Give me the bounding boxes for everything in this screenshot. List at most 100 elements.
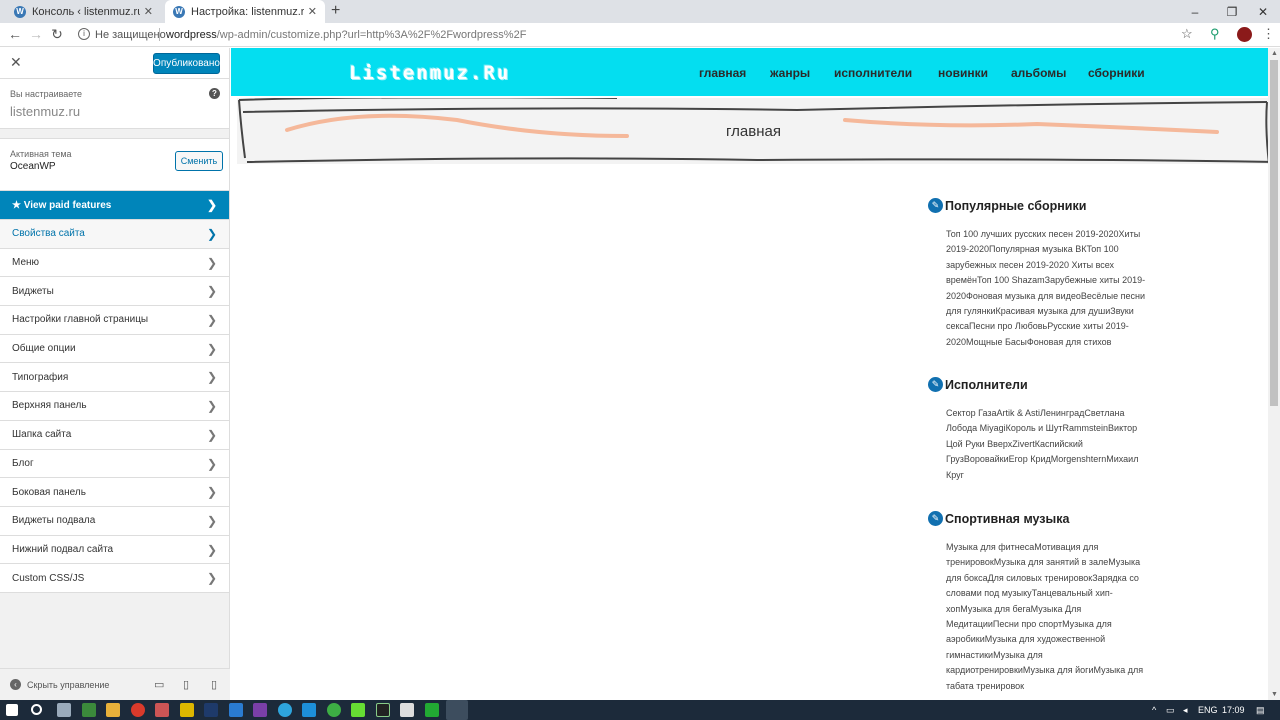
menu-item-homepage-settings[interactable]: Настройки главной страницы ❯: [0, 306, 229, 335]
menu-item-label: ★ View paid features: [12, 199, 112, 211]
scroll-thumb[interactable]: [1270, 60, 1278, 406]
clock[interactable]: 17:09: [1222, 705, 1245, 715]
nav-item-new[interactable]: новинки: [938, 66, 988, 80]
widget-links[interactable]: Музыка для фитнесаМотивация для трениров…: [946, 540, 1151, 694]
avatar[interactable]: [1237, 27, 1252, 42]
chevron-right-icon: ❯: [206, 341, 217, 356]
keyboard-language[interactable]: ENG: [1198, 705, 1218, 715]
address-input[interactable]: wordpress/wp-admin/customize.php?url=htt…: [166, 29, 526, 41]
menu-item-label: Типография: [12, 371, 69, 383]
scroll-up-icon[interactable]: ▲: [1271, 50, 1278, 57]
close-icon[interactable]: ✕: [144, 5, 153, 18]
volume-icon[interactable]: ◂: [1183, 705, 1188, 716]
close-icon[interactable]: ✕: [10, 54, 22, 71]
app-icon[interactable]: [180, 703, 194, 717]
new-tab-button[interactable]: +: [331, 2, 340, 20]
tab-title: Настройка: listenmuz.ru: [191, 5, 304, 18]
app-icon[interactable]: [351, 703, 365, 717]
app-icon[interactable]: [82, 703, 96, 717]
menu-item-menus[interactable]: Меню ❯: [0, 248, 229, 278]
network-icon[interactable]: ▭: [1166, 705, 1175, 716]
app-icon[interactable]: [400, 703, 414, 717]
pencil-icon[interactable]: ✎: [928, 377, 943, 392]
menu-icon[interactable]: ⋮: [1262, 26, 1275, 42]
tab-console[interactable]: W Консоль ‹ listenmuz.ru — WordPress ✕: [6, 0, 161, 23]
nav-item-albums[interactable]: альбомы: [1011, 66, 1066, 80]
menu-item-label: Общие опции: [12, 343, 76, 355]
scroll-down-icon[interactable]: ▼: [1271, 691, 1278, 698]
forward-icon[interactable]: →: [27, 26, 45, 42]
browser-toolbar: ← → ↻ i Не защищено wordpress/wp-admin/c…: [0, 23, 1280, 47]
wordpress-icon: W: [173, 5, 185, 18]
menu-item-label: Custom CSS/JS: [12, 572, 85, 584]
menu-item-typography[interactable]: Типография ❯: [0, 363, 229, 393]
reload-icon[interactable]: ↻: [48, 26, 66, 43]
menu-item-widgets[interactable]: Виджеты ❯: [0, 277, 229, 307]
collapse-button[interactable]: Скрыть управление: [27, 680, 109, 690]
star-icon[interactable]: ☆: [1181, 26, 1193, 42]
tab-customize[interactable]: W Настройка: listenmuz.ru ✕: [165, 0, 325, 23]
menu-item-top-bar[interactable]: Верхняя панель ❯: [0, 392, 229, 421]
preview-scrollbar[interactable]: ▲ ▼: [1268, 48, 1280, 700]
menu-item-custom-css[interactable]: Custom CSS/JS ❯: [0, 564, 229, 593]
extension-icon[interactable]: ⚲: [1210, 26, 1220, 42]
menu-item-footer-widgets[interactable]: Виджеты подвала ❯: [0, 506, 229, 536]
app-icon[interactable]: [327, 703, 341, 717]
nav-item-home[interactable]: главная: [699, 66, 746, 80]
maximize-button[interactable]: ❐: [1215, 0, 1249, 23]
desktop-icon[interactable]: ▭: [154, 678, 164, 691]
chrome-icon[interactable]: [131, 703, 145, 717]
widget-title: Исполнители: [945, 377, 1028, 392]
tray-chevron-icon[interactable]: ^: [1152, 705, 1156, 715]
back-icon[interactable]: ←: [6, 26, 24, 42]
notifications-icon[interactable]: ▤: [1256, 705, 1265, 716]
widget-links[interactable]: Сектор ГазаArtik & AstiЛенинградСветлана…: [946, 406, 1151, 483]
tablet-icon[interactable]: ▯: [183, 678, 189, 691]
menu-item-sidebar[interactable]: Боковая панель ❯: [0, 478, 229, 507]
minimize-button[interactable]: –: [1178, 0, 1212, 23]
pencil-icon[interactable]: ✎: [928, 511, 943, 526]
active-app-icon[interactable]: [446, 700, 468, 720]
mobile-icon[interactable]: ▯: [211, 678, 217, 691]
photoshop-icon[interactable]: [204, 703, 218, 717]
menu-item-general-options[interactable]: Общие опции ❯: [0, 334, 229, 364]
app-icon[interactable]: [253, 703, 267, 717]
collapse-icon[interactable]: ‹: [10, 679, 21, 690]
chevron-right-icon: ❯: [206, 313, 217, 328]
menu-item-header[interactable]: Шапка сайта ❯: [0, 420, 229, 450]
site-header: Listenmuz.Ru главная жанры исполнители н…: [231, 48, 1268, 96]
windows-start-icon[interactable]: [6, 704, 18, 716]
widget-links[interactable]: Топ 100 лучших русских песен 2019-2020Хи…: [946, 227, 1151, 350]
vscode-icon[interactable]: [229, 703, 243, 717]
site-logo[interactable]: Listenmuz.Ru: [349, 62, 510, 84]
pencil-icon[interactable]: ✎: [928, 198, 943, 213]
close-icon[interactable]: ✕: [308, 5, 317, 18]
view-paid-features[interactable]: ★ View paid features ❯: [0, 191, 229, 220]
help-icon[interactable]: ?: [209, 88, 220, 99]
change-theme-button[interactable]: Сменить: [175, 151, 223, 171]
chevron-right-icon: ❯: [206, 198, 217, 212]
menu-item-site-identity[interactable]: Свойства сайта ❯: [0, 220, 229, 249]
nav-item-artists[interactable]: исполнители: [834, 66, 912, 80]
app-icon[interactable]: [425, 703, 439, 717]
folder-icon[interactable]: [106, 703, 120, 717]
menu-item-blog[interactable]: Блог ❯: [0, 449, 229, 479]
security-label[interactable]: Не защищено: [95, 29, 166, 41]
widget-title: Популярные сборники: [945, 198, 1087, 213]
chevron-right-icon: ❯: [206, 456, 217, 471]
pycharm-icon[interactable]: [376, 703, 390, 717]
nav-item-genres[interactable]: жанры: [770, 66, 810, 80]
widget-popular-collections: ✎ Популярные сборники Топ 100 лучших рус…: [928, 198, 1145, 350]
info-icon[interactable]: i: [78, 28, 90, 40]
telegram-icon[interactable]: [278, 703, 292, 717]
app-icon[interactable]: [155, 703, 169, 717]
nav-item-collections[interactable]: сборники: [1088, 66, 1145, 80]
close-window-button[interactable]: ✕: [1246, 0, 1280, 23]
publish-button[interactable]: Опубликовано: [153, 53, 220, 74]
task-view-icon[interactable]: [57, 703, 71, 717]
app-icon[interactable]: [302, 703, 316, 717]
menu-item-footer-bottom[interactable]: Нижний подвал сайта ❯: [0, 535, 229, 565]
search-icon[interactable]: [31, 704, 42, 715]
chevron-right-icon: ❯: [206, 227, 217, 241]
chevron-right-icon: ❯: [206, 485, 217, 500]
